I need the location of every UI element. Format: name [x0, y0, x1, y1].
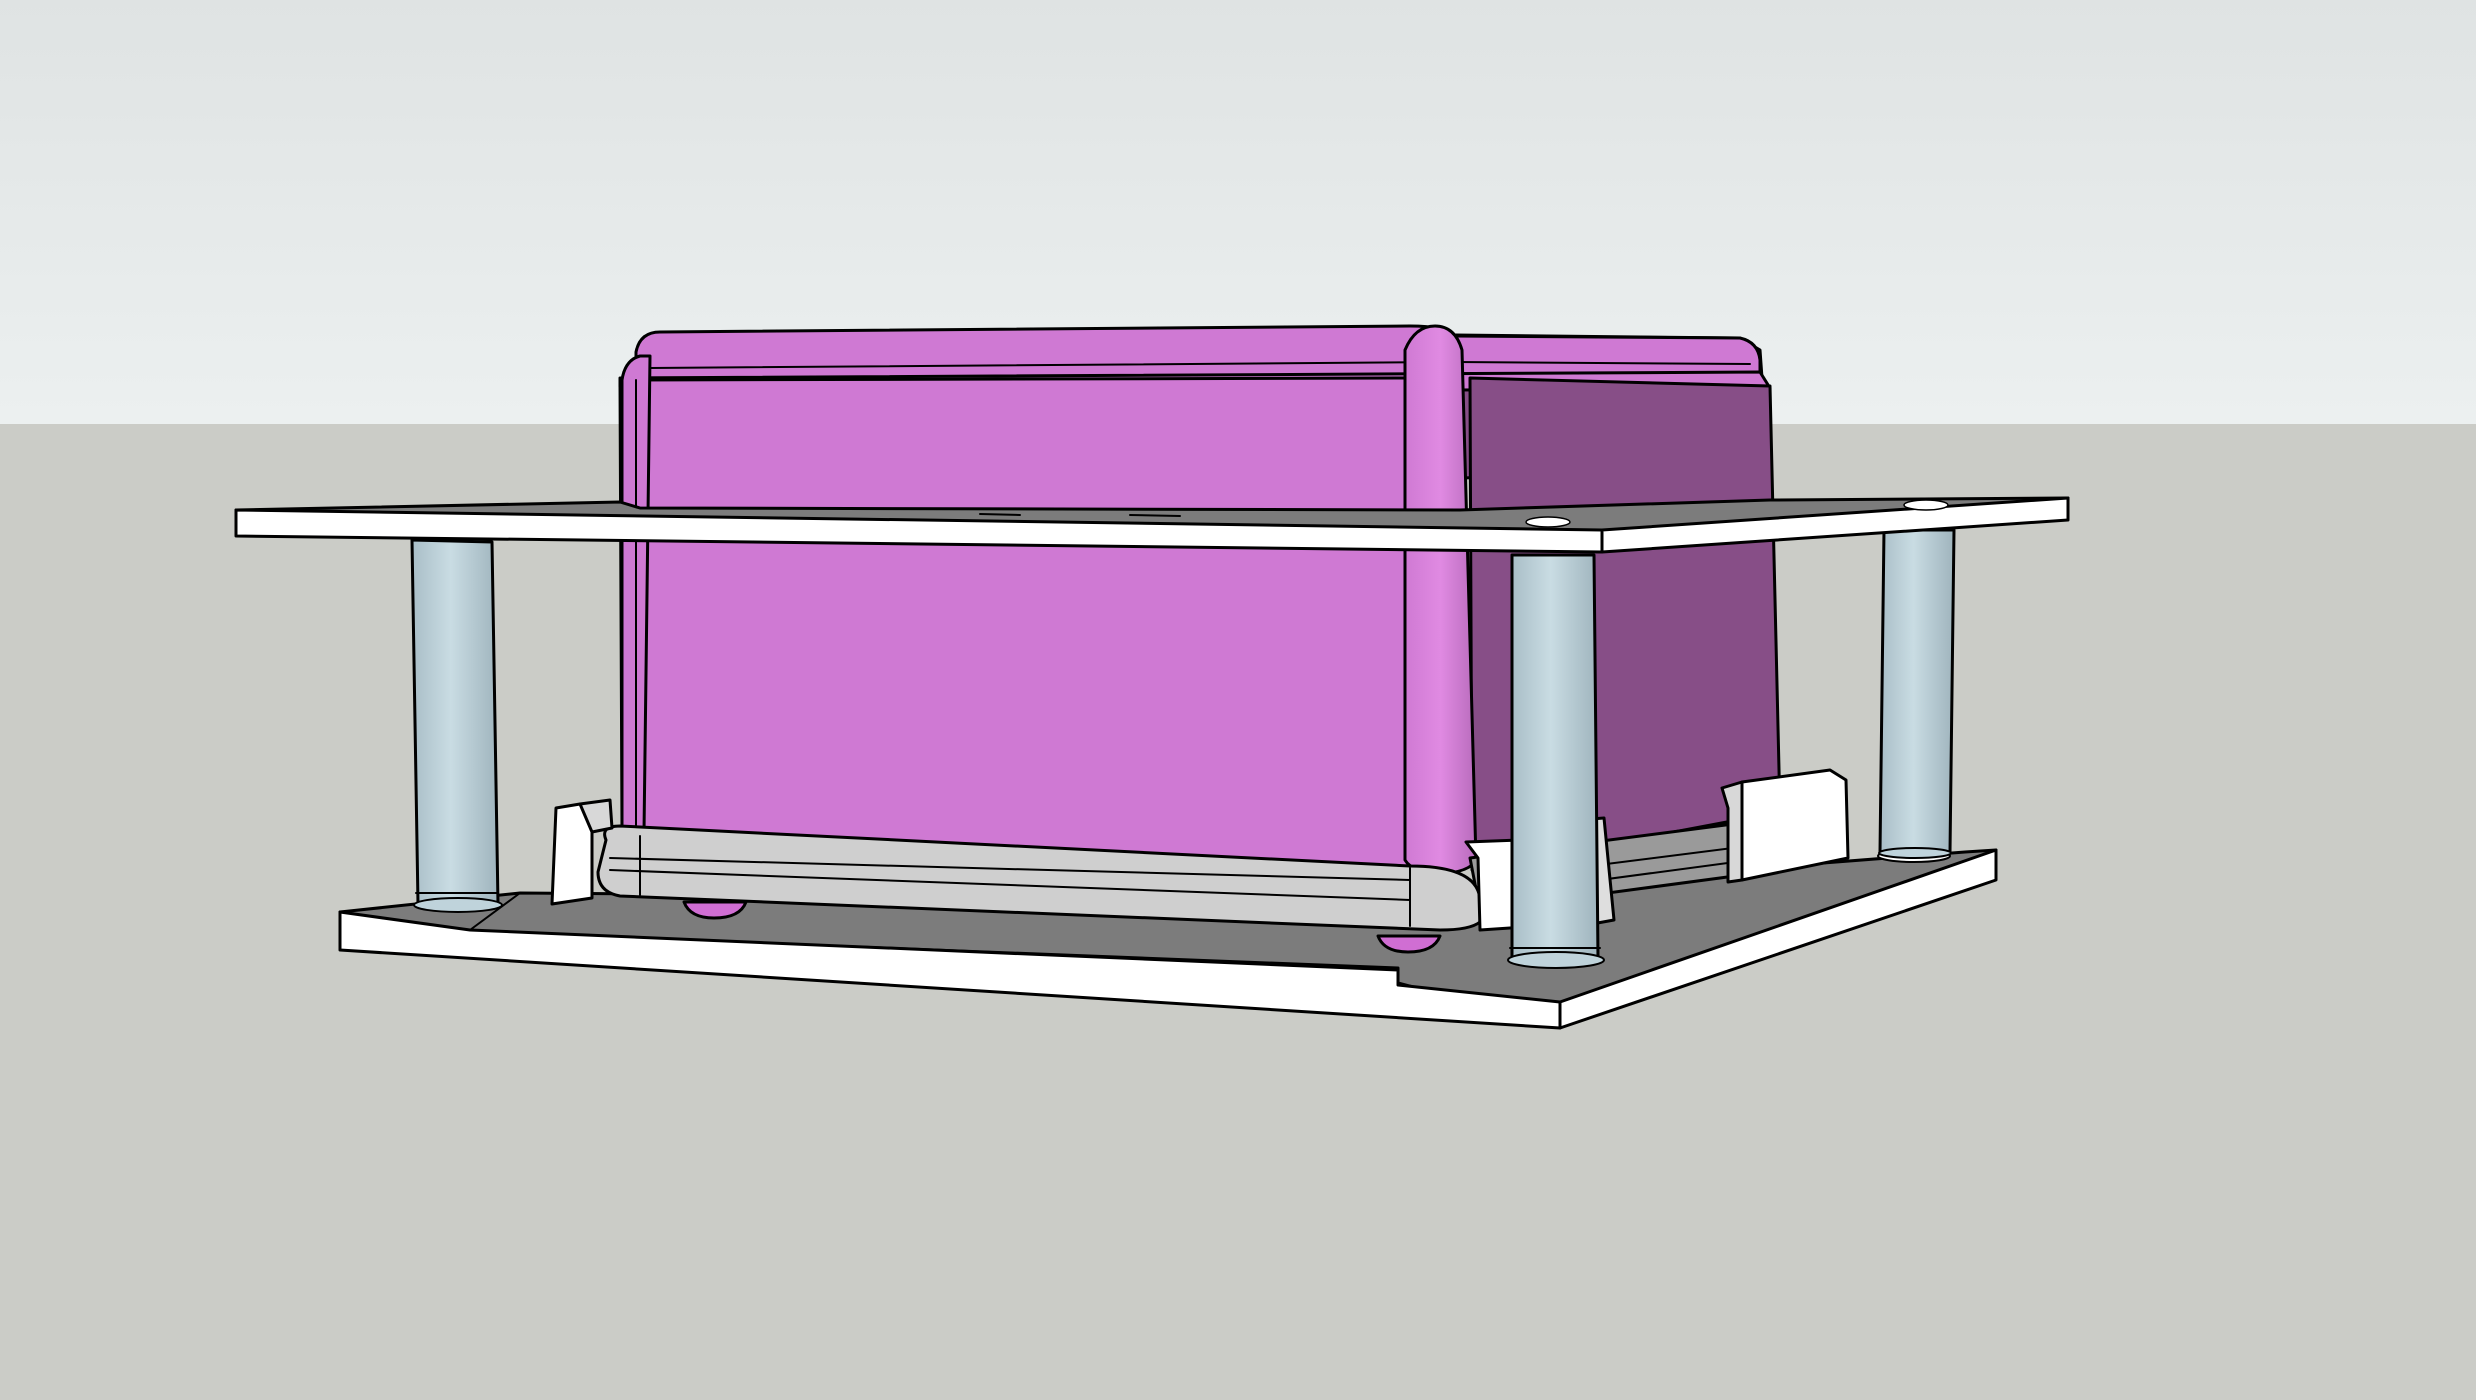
- standoff-post[interactable]: [410, 538, 503, 913]
- mounting-hole: [1903, 499, 1949, 511]
- scene-canvas: [0, 0, 2476, 1400]
- standoff-post[interactable]: [1878, 528, 1956, 859]
- standoff-post[interactable]: [1507, 553, 1605, 969]
- plastic-enclosure-box[interactable]: [618, 324, 1782, 876]
- mounting-hole: [1525, 516, 1571, 528]
- 3d-model-viewport[interactable]: [0, 0, 2476, 1400]
